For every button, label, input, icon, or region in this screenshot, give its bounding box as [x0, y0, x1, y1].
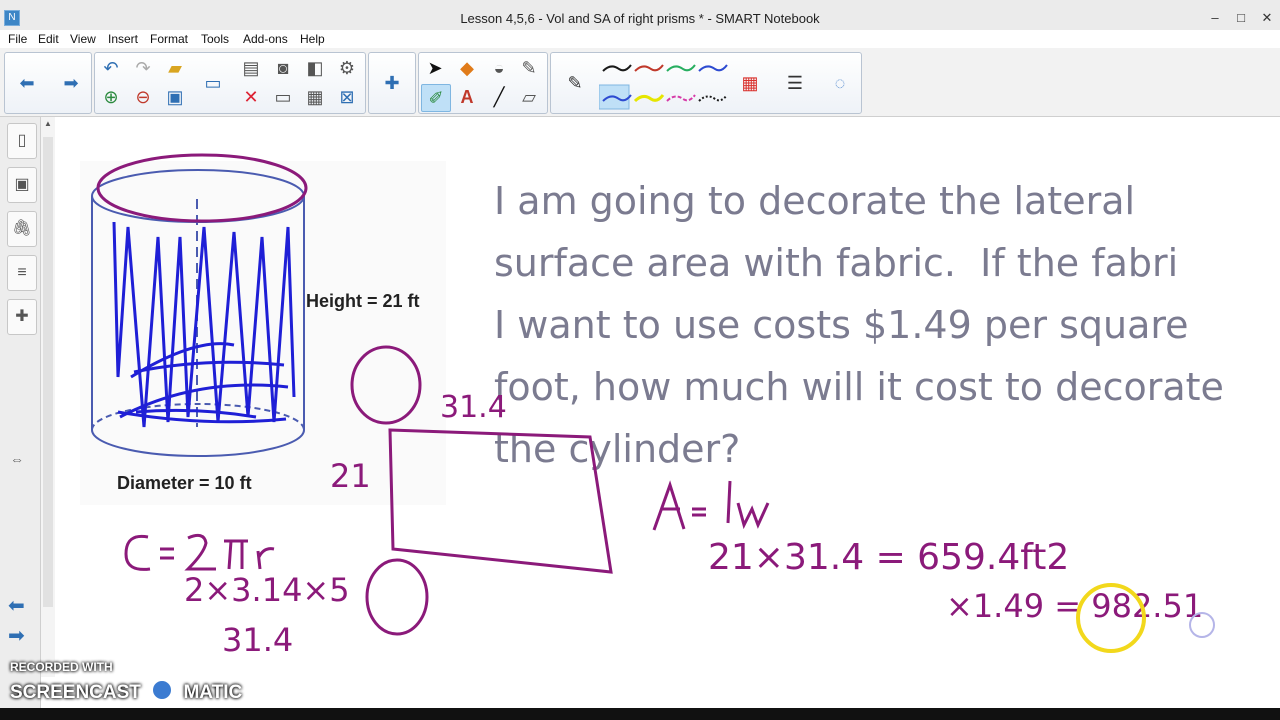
pen-icon[interactable]: ✎ — [561, 70, 589, 96]
attachments-icon[interactable]: 🖇 — [7, 211, 37, 247]
rect-side-label: 21 — [330, 457, 371, 495]
vertical-scrollbar[interactable]: ▲ — [41, 117, 55, 677]
whiteboard-canvas[interactable]: I am going to decorate the lateral surfac… — [56, 117, 1280, 720]
delete-page-icon[interactable]: ⊖ — [129, 84, 157, 110]
maximize-button[interactable]: □ — [1230, 10, 1252, 25]
table-icon[interactable]: ▦ — [301, 84, 329, 110]
menu-file[interactable]: File — [8, 32, 27, 46]
scroll-up-icon[interactable]: ▲ — [44, 119, 52, 128]
line-style-icon[interactable]: ☰ — [781, 70, 809, 96]
addons-tab-icon[interactable]: ✚ — [7, 299, 37, 335]
main-toolbar: ⬅ ➡ ↶ ↷ ▰ ⊕ ⊖ ▣ ▭ ▤ ◙ ◧ ⚙ ✕ ▭ ▦ ⊠ ✚ ➤ ◆ … — [0, 48, 1280, 117]
magic-pen-icon[interactable]: ✎ — [515, 55, 543, 81]
menu-help[interactable]: Help — [300, 32, 325, 46]
document-camera-icon[interactable]: ◧ — [301, 55, 329, 81]
text-icon[interactable]: A — [453, 84, 481, 110]
edit-group: ↶ ↷ ▰ ⊕ ⊖ ▣ ▭ ▤ ◙ ◧ ⚙ ✕ ▭ ▦ ⊠ — [94, 52, 366, 114]
top-circle-highlight — [96, 153, 308, 223]
resize-handle-icon[interactable]: ⇔ — [10, 451, 24, 467]
watermark-recorded: RECORDED WITH — [10, 660, 113, 674]
scroll-thumb[interactable] — [43, 137, 53, 607]
add-page-icon[interactable]: ⊕ — [97, 84, 125, 110]
line-icon[interactable]: ╱ — [485, 84, 513, 110]
cost-calc: ×1.49 = 982.51 — [946, 587, 1203, 625]
circumference-sub: 2×3.14×5 — [184, 571, 350, 609]
area-calc: 21×31.4 = 659.4ft2 — [708, 537, 1069, 578]
watermark-logo-icon — [150, 678, 175, 702]
properties-tab-icon[interactable]: ≡ — [7, 255, 37, 291]
delete-icon[interactable]: ✕ — [237, 84, 265, 110]
eraser-icon[interactable]: ▱ — [515, 84, 543, 110]
minimize-button[interactable]: – — [1204, 10, 1226, 25]
lateral-scribble — [112, 221, 296, 428]
sidebar-left-arrow-icon[interactable]: ⬅ — [8, 593, 25, 618]
undo-icon[interactable]: ↶ — [97, 55, 125, 81]
menu-view[interactable]: View — [70, 32, 96, 46]
watermark-brand-left: SCREENCAST — [10, 682, 141, 703]
menu-insert[interactable]: Insert — [108, 32, 138, 46]
menu-edit[interactable]: Edit — [38, 32, 59, 46]
puzzle-icon[interactable]: ✚ — [378, 70, 406, 96]
menu-format[interactable]: Format — [150, 32, 188, 46]
tools-group: ➤ ◆ ◒ ✎ ✐ A ╱ ▱ — [418, 52, 548, 114]
watermark-brand-right: MATIC — [183, 682, 243, 703]
arrow-right-icon[interactable]: ➡ — [57, 70, 85, 96]
window-title: Lesson 4,5,6 - Vol and SA of right prism… — [460, 11, 820, 26]
sidebar-right-arrow-icon[interactable]: ➡ — [8, 623, 25, 648]
ink-layer: 31.4 21 2×3.14×5 31.4 21×31.4 = 659.4ft2… — [91, 153, 1215, 659]
select-icon[interactable]: ➤ — [421, 55, 449, 81]
side-tabs: ▯ ▣ 🖇 ≡ ✚ ⇔ ⬅ ➡ — [0, 117, 41, 720]
screen-icon[interactable]: ▭ — [269, 84, 297, 110]
screen-shade-icon[interactable]: ▭ — [199, 70, 227, 96]
paste-icon[interactable]: ▤ — [237, 55, 265, 81]
arrow-left-icon[interactable]: ⬅ — [13, 70, 41, 96]
fill-effects-icon[interactable]: ◌ — [826, 70, 854, 96]
shapes-icon[interactable]: ◆ — [453, 55, 481, 81]
title-bar: N Lesson 4,5,6 - Vol and SA of right pri… — [0, 0, 1280, 31]
pens-icon[interactable]: ✐ — [421, 84, 451, 112]
redo-icon[interactable]: ↷ — [129, 55, 157, 81]
open-folder-icon[interactable]: ▰ — [161, 55, 189, 81]
camera-icon[interactable]: ◙ — [269, 55, 297, 81]
fill-icon[interactable]: ◒ — [485, 55, 513, 81]
close-window-button[interactable]: ✕ — [1256, 10, 1278, 26]
pen-styles-group: ✎ ▦ ☰ ◌ — [550, 52, 862, 114]
gallery-icon[interactable]: ⚙ — [333, 55, 361, 81]
full-screen-icon[interactable]: ⊠ — [333, 84, 361, 110]
page-sorter-icon[interactable]: ▯ — [7, 123, 37, 159]
bottom-strip — [0, 708, 1280, 720]
circumference-result: 31.4 — [222, 621, 293, 659]
menu-tools[interactable]: Tools — [201, 32, 229, 46]
gallery-tab-icon[interactable]: ▣ — [7, 167, 37, 203]
nav-group: ⬅ ➡ — [4, 52, 92, 114]
menu-bar: File Edit View Insert Format Tools Add-o… — [0, 30, 1280, 48]
screencast-watermark: RECORDED WITH SCREENCAST MATIC — [10, 660, 242, 703]
watermark-brand: SCREENCAST MATIC — [10, 678, 242, 704]
pen-color-swatches[interactable] — [599, 57, 729, 111]
menu-addons[interactable]: Add-ons — [243, 32, 288, 46]
addons-group: ✚ — [368, 52, 416, 114]
rect-top-label: 31.4 — [440, 390, 507, 425]
color-palette-icon[interactable]: ▦ — [736, 70, 764, 96]
save-icon[interactable]: ▣ — [161, 84, 189, 110]
